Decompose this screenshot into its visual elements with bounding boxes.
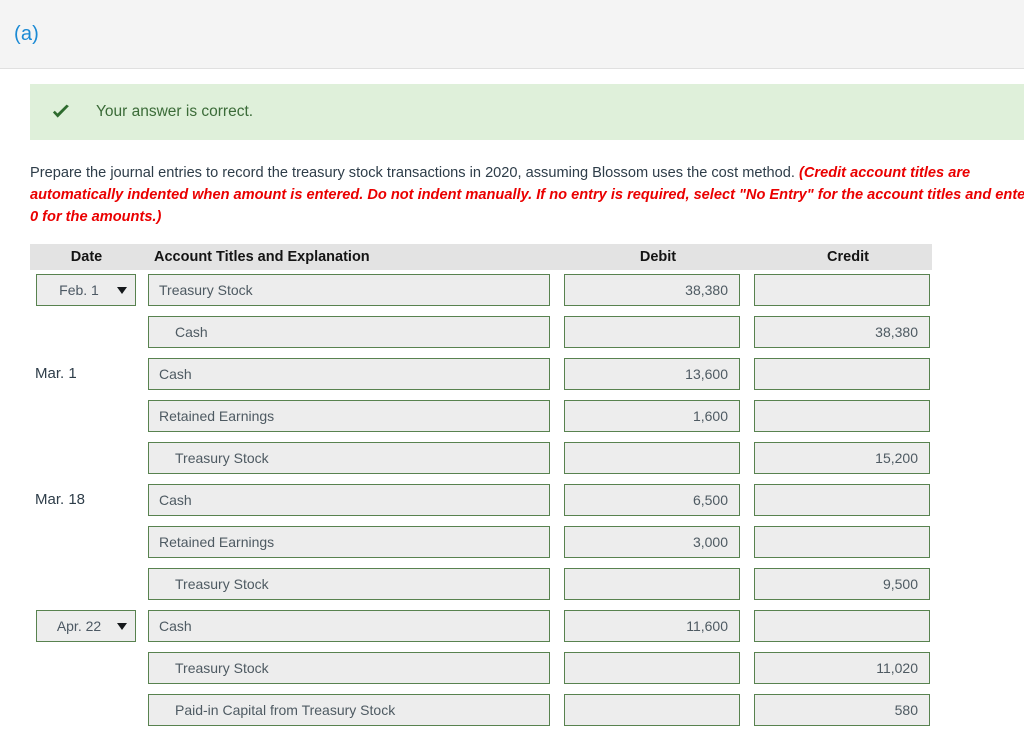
credit-input[interactable]: 15,200 xyxy=(754,442,930,474)
table-row: Mar. 1 Cash 13,600 xyxy=(30,358,932,390)
answer-correct-banner: Your answer is correct. xyxy=(30,84,1024,140)
table-row: Treasury Stock 15,200 xyxy=(30,442,932,474)
credit-input[interactable]: 9,500 xyxy=(754,568,930,600)
column-header-credit: Credit xyxy=(827,249,869,265)
journal-entry-table: Date Account Titles and Explanation Debi… xyxy=(30,244,932,726)
debit-input[interactable] xyxy=(564,568,740,600)
account-title-input[interactable]: Cash xyxy=(148,316,550,348)
banner-message: Your answer is correct. xyxy=(96,103,254,120)
debit-input[interactable]: 1,600 xyxy=(564,400,740,432)
account-title-input[interactable]: Cash xyxy=(148,358,550,390)
date-dropdown-label: Feb. 1 xyxy=(59,282,99,298)
account-title-input[interactable]: Treasury Stock xyxy=(148,274,550,306)
table-row: Retained Earnings 1,600 xyxy=(30,400,932,432)
table-row: Apr. 22 Cash 11,600 xyxy=(30,610,932,642)
part-header: (a) xyxy=(0,0,1024,69)
account-title-input[interactable]: Treasury Stock xyxy=(148,568,550,600)
credit-input[interactable] xyxy=(754,358,930,390)
credit-input[interactable] xyxy=(754,484,930,516)
date-label: Mar. 18 xyxy=(35,491,86,508)
table-row: Paid-in Capital from Treasury Stock 580 xyxy=(30,694,932,726)
column-header-date: Date xyxy=(70,249,103,265)
credit-input[interactable] xyxy=(754,526,930,558)
banner-wrapper: Your answer is correct. xyxy=(0,69,1024,140)
table-row: Feb. 1 Treasury Stock 38,380 xyxy=(30,274,932,306)
credit-input[interactable] xyxy=(754,610,930,642)
check-icon xyxy=(50,101,72,123)
account-title-input[interactable]: Retained Earnings xyxy=(148,526,550,558)
column-header-debit: Debit xyxy=(639,249,677,265)
credit-input[interactable] xyxy=(754,274,930,306)
table-header-row: Date Account Titles and Explanation Debi… xyxy=(30,244,932,270)
chevron-down-icon xyxy=(117,286,127,294)
date-dropdown[interactable]: Apr. 22 xyxy=(36,610,136,642)
date-cell: Apr. 22 xyxy=(30,610,143,642)
journal-rows-container: Feb. 1 Treasury Stock 38,380 Cash 38,380 Mar.… xyxy=(30,274,932,726)
debit-input[interactable]: 6,500 xyxy=(564,484,740,516)
account-title-input[interactable]: Paid-in Capital from Treasury Stock xyxy=(148,694,550,726)
credit-input[interactable]: 580 xyxy=(754,694,930,726)
date-cell: Feb. 1 xyxy=(30,274,143,306)
credit-input[interactable]: 38,380 xyxy=(754,316,930,348)
debit-input[interactable] xyxy=(564,652,740,684)
chevron-down-icon xyxy=(117,622,127,630)
account-title-input[interactable]: Cash xyxy=(148,610,550,642)
credit-input[interactable]: 11,020 xyxy=(754,652,930,684)
date-cell: Mar. 18 xyxy=(30,491,143,509)
account-title-input[interactable]: Retained Earnings xyxy=(148,400,550,432)
debit-input[interactable]: 38,380 xyxy=(564,274,740,306)
instructions-main: Prepare the journal entries to record th… xyxy=(30,165,799,181)
table-row: Mar. 18 Cash 6,500 xyxy=(30,484,932,516)
table-row: Cash 38,380 xyxy=(30,316,932,348)
debit-input[interactable]: 11,600 xyxy=(564,610,740,642)
date-dropdown-label: Apr. 22 xyxy=(56,618,102,634)
debit-input[interactable]: 3,000 xyxy=(564,526,740,558)
column-header-account: Account Titles and Explanation xyxy=(154,249,370,265)
account-title-input[interactable]: Treasury Stock xyxy=(148,652,550,684)
part-label[interactable]: (a) xyxy=(14,23,39,46)
date-cell: Mar. 1 xyxy=(30,365,143,383)
instructions-paragraph: Prepare the journal entries to record th… xyxy=(30,162,1024,228)
date-dropdown[interactable]: Feb. 1 xyxy=(36,274,136,306)
debit-input[interactable]: 13,600 xyxy=(564,358,740,390)
credit-input[interactable] xyxy=(754,400,930,432)
table-row: Treasury Stock 9,500 xyxy=(30,568,932,600)
table-row: Retained Earnings 3,000 xyxy=(30,526,932,558)
debit-input[interactable] xyxy=(564,316,740,348)
date-label: Mar. 1 xyxy=(35,365,77,382)
table-row: Treasury Stock 11,020 xyxy=(30,652,932,684)
debit-input[interactable] xyxy=(564,442,740,474)
debit-input[interactable] xyxy=(564,694,740,726)
account-title-input[interactable]: Cash xyxy=(148,484,550,516)
account-title-input[interactable]: Treasury Stock xyxy=(148,442,550,474)
